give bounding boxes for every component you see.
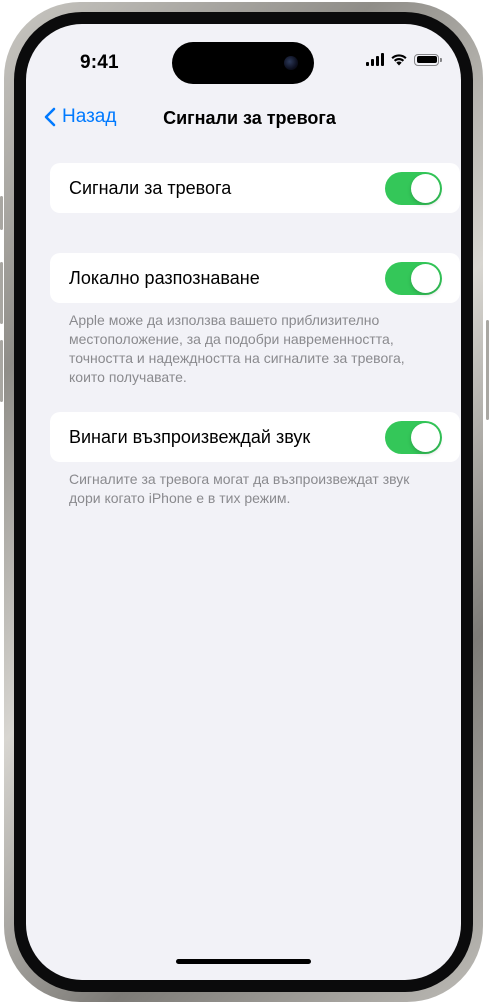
setting-label: Сигнали за тревога (69, 178, 232, 198)
volume-up-button (0, 262, 3, 324)
phone-bezel: 9:41 Назад Сигнали за тревога Сигнали за… (14, 12, 473, 992)
camera-icon (284, 56, 298, 70)
always-play-sound-footnote: Сигналите за тревога могат да възпроизве… (69, 471, 410, 506)
phone-frame: 9:41 Назад Сигнали за тревога Сигнали за… (4, 2, 483, 1002)
toggle-knob (411, 174, 440, 203)
toggle-knob (411, 264, 440, 293)
setting-label: Локално разпознаване (69, 268, 260, 288)
page-title: Сигнали за тревога (163, 108, 336, 128)
battery-icon (414, 53, 442, 66)
setting-label: Винаги възпроизвеждай звук (69, 427, 311, 447)
status-icons (366, 53, 442, 66)
action-button (0, 196, 3, 230)
status-time: 9:41 (80, 52, 119, 73)
navigation-bar: Назад Сигнали за тревога (26, 106, 461, 134)
toggle-knob (411, 423, 440, 452)
setting-row-alerts: Сигнали за тревога (50, 163, 460, 213)
dynamic-island (172, 42, 314, 84)
phone-screen: 9:41 Назад Сигнали за тревога Сигнали за… (26, 24, 461, 980)
home-indicator[interactable] (176, 959, 311, 964)
local-detection-footnote: Apple може да използва вашето приблизите… (69, 312, 405, 385)
volume-down-button (0, 340, 3, 402)
setting-row-always-play-sound: Винаги възпроизвеждай звук (50, 412, 460, 462)
local-detection-toggle[interactable] (385, 262, 442, 295)
setting-row-local-detection: Локално разпознаване (50, 253, 460, 303)
wifi-icon (391, 54, 407, 66)
alerts-toggle[interactable] (385, 172, 442, 205)
cellular-signal-icon (366, 53, 384, 66)
always-play-sound-toggle[interactable] (385, 421, 442, 454)
